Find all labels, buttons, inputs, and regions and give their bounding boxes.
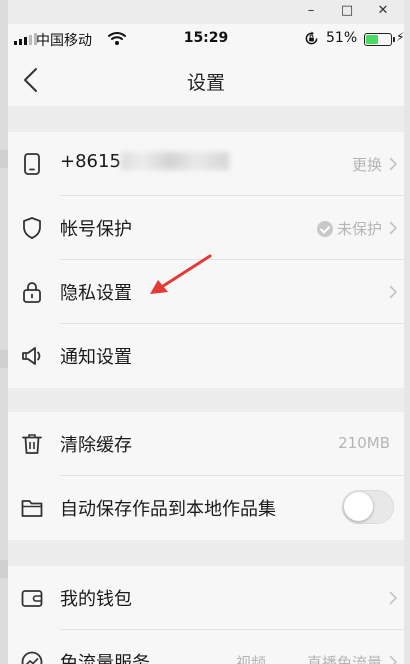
- maximize-button[interactable]: □: [340, 4, 354, 18]
- wallet-row[interactable]: 我的钱包: [8, 566, 404, 630]
- phone-icon: [24, 153, 40, 175]
- clear-cache-label: 清除缓存: [60, 435, 132, 456]
- auto-save-label: 自动保存作品到本地作品集: [60, 499, 276, 520]
- notification-settings-label: 通知设置: [60, 347, 132, 368]
- cache-size: 210MB: [338, 434, 390, 452]
- phone-number-label: +8615: [60, 151, 229, 172]
- check-circle-icon: [316, 221, 333, 237]
- lock-icon: [23, 282, 41, 303]
- wallet-label: 我的钱包: [60, 589, 132, 610]
- close-button[interactable]: ✕: [376, 4, 390, 18]
- wallet-group: 我的钱包 免流量服务 视频 直播免流量: [8, 566, 404, 664]
- rotation-lock-icon: [305, 31, 318, 45]
- blurred-phone-digits: [120, 152, 229, 170]
- navigation-bar: 设置: [8, 54, 404, 106]
- strip-mark: [0, 350, 8, 368]
- window-controls: – □ ✕: [304, 4, 390, 18]
- battery-icon: [364, 33, 395, 46]
- storage-group: 清除缓存 210MB 自动保存作品到本地作品集: [8, 412, 404, 540]
- change-phone-value: 更换: [351, 156, 382, 174]
- account-security-label: 帐号保护: [60, 219, 132, 240]
- free-data-label: 免流量服务: [60, 653, 150, 664]
- free-data-row[interactable]: 免流量服务 视频 直播免流量: [8, 630, 404, 664]
- phone-screen: – □ ✕ 中国移动 15:29 51% ⚡ 设置 +8615 更换 帐号保护 …: [8, 0, 404, 664]
- account-settings-group: +8615 更换 帐号保护 未保护 隐私设置 通知设置: [8, 132, 404, 388]
- folder-icon: [21, 500, 43, 517]
- free-data-value-video: 视频: [235, 654, 266, 664]
- free-data-value-live: 直播免流量: [306, 654, 382, 664]
- data-flow-icon: [21, 651, 43, 664]
- trash-icon: [22, 434, 42, 454]
- right-window-strip: [404, 0, 410, 664]
- wallet-icon: [21, 590, 43, 607]
- toggle-knob: [344, 492, 373, 521]
- privacy-settings-row[interactable]: 隐私设置: [8, 260, 404, 324]
- auto-save-toggle[interactable]: [342, 490, 394, 524]
- speaker-icon: [22, 347, 41, 365]
- clear-cache-row[interactable]: 清除缓存 210MB: [8, 412, 404, 476]
- page-title: 设置: [186, 72, 225, 94]
- status-bar: 中国移动 15:29 51% ⚡: [8, 24, 404, 54]
- left-window-strip: [0, 0, 8, 664]
- phone-number-row[interactable]: +8615 更换: [8, 132, 404, 196]
- strip-mark: [0, 560, 8, 578]
- notification-settings-row[interactable]: 通知设置: [8, 324, 404, 388]
- minimize-button[interactable]: –: [304, 4, 318, 18]
- chevron-right-icon: [389, 221, 398, 235]
- security-status: 未保护: [316, 218, 382, 239]
- chevron-right-icon: [389, 285, 398, 299]
- auto-save-row: 自动保存作品到本地作品集: [8, 476, 404, 540]
- privacy-settings-label: 隐私设置: [60, 283, 132, 304]
- account-security-row[interactable]: 帐号保护 未保护: [8, 196, 404, 260]
- shield-icon: [23, 217, 41, 239]
- strip-mark: [0, 150, 8, 168]
- chevron-right-icon: [389, 655, 398, 664]
- battery-percentage: 51%: [326, 30, 358, 46]
- charging-icon: ⚡: [396, 30, 404, 44]
- chevron-right-icon: [389, 157, 398, 171]
- chevron-right-icon: [389, 591, 398, 605]
